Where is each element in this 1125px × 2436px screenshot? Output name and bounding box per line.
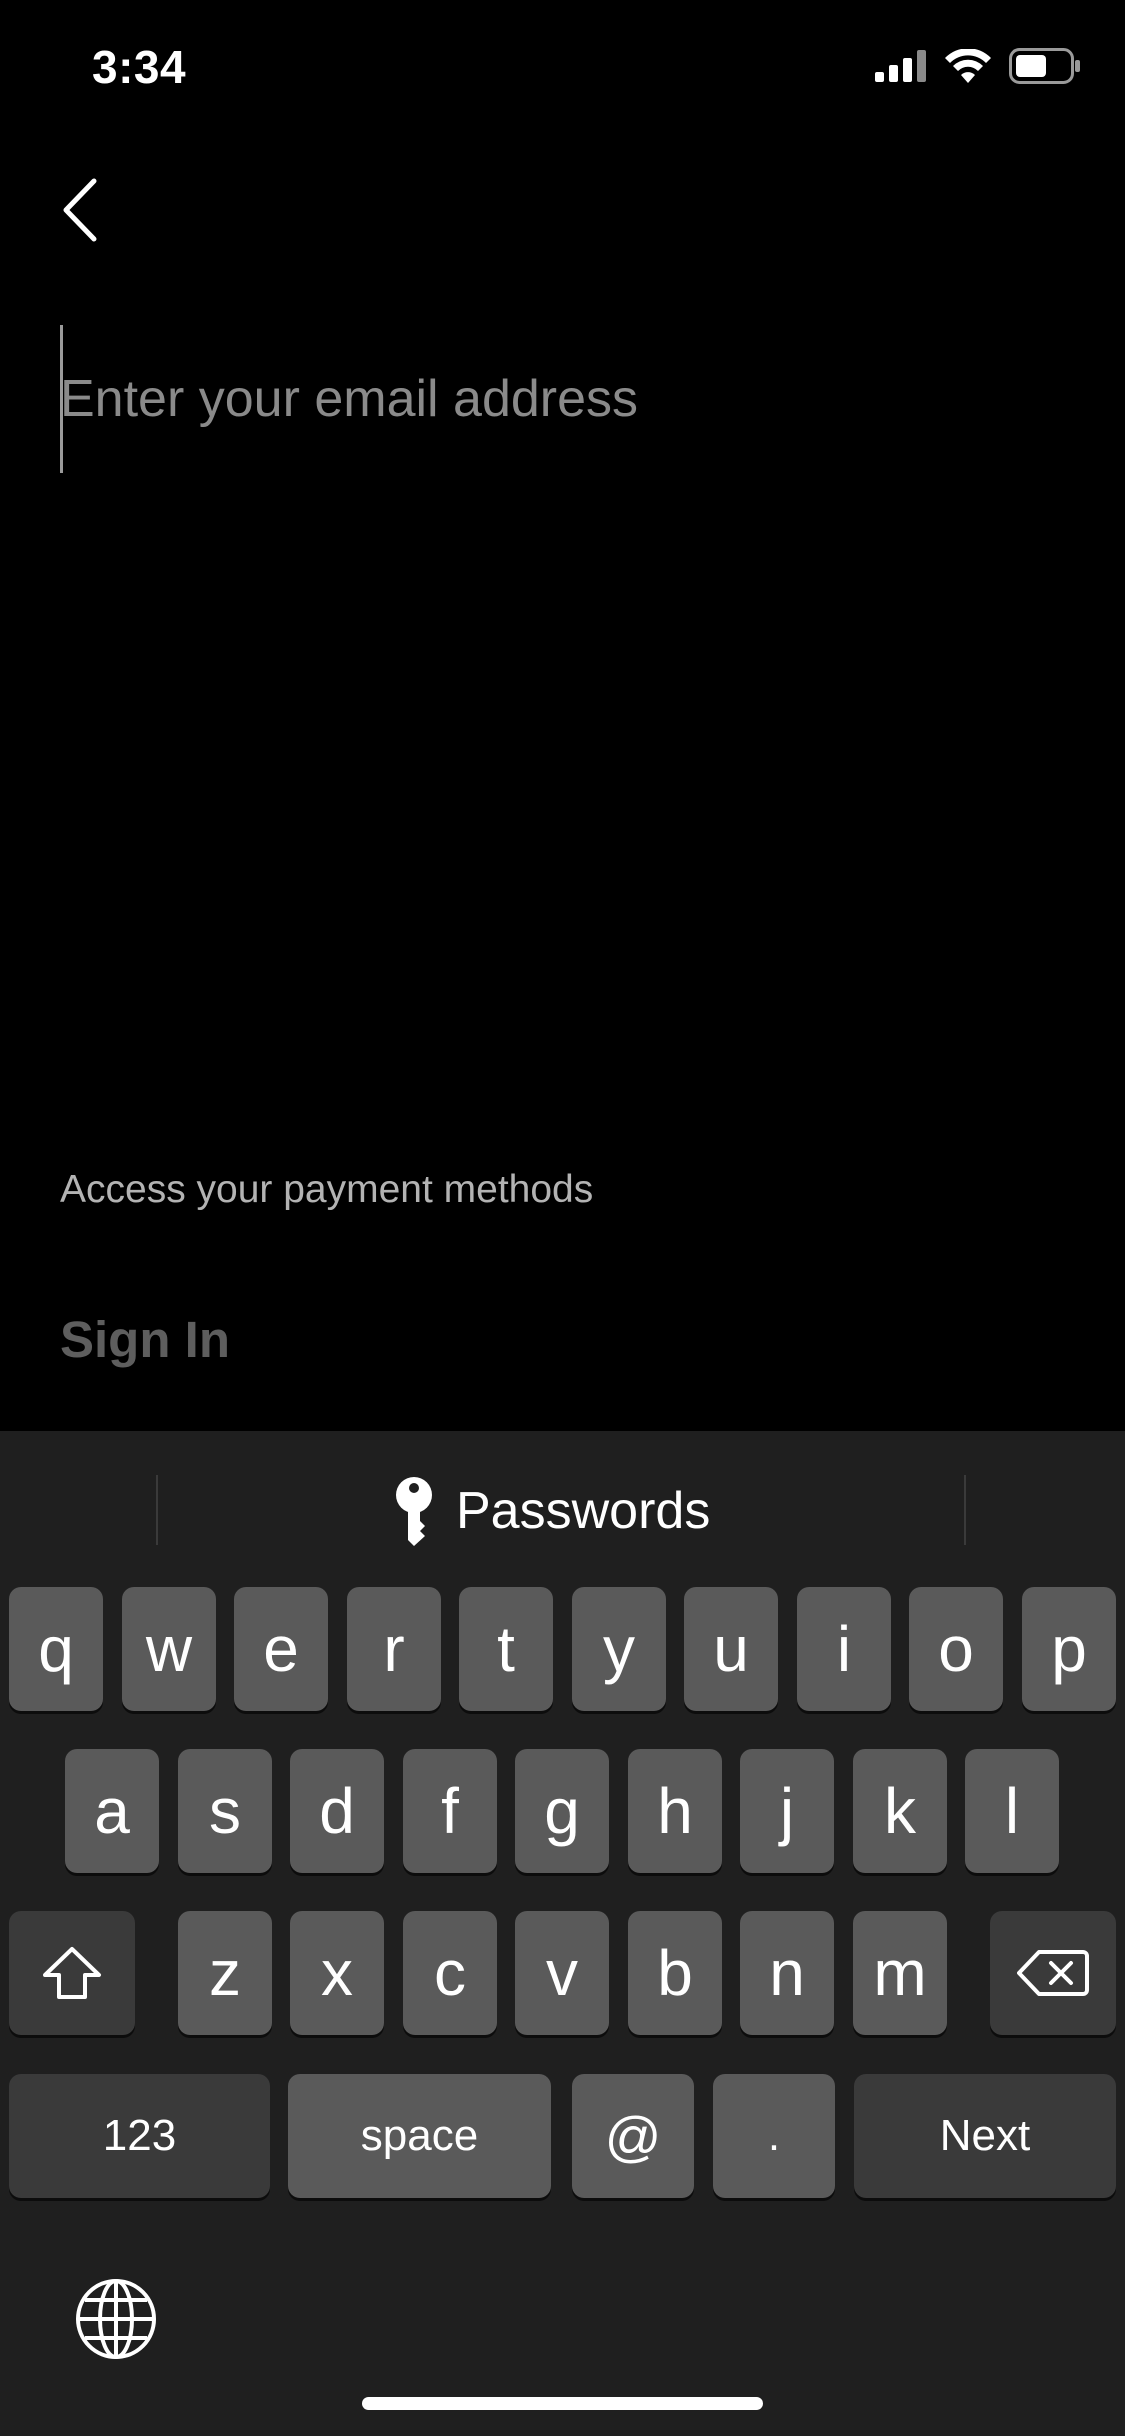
key-a[interactable]: a — [65, 1749, 159, 1873]
key-b[interactable]: b — [628, 1911, 722, 2035]
helper-text: Access your payment methods — [60, 1168, 594, 1211]
status-time: 3:34 — [92, 41, 187, 93]
period-key[interactable]: . — [713, 2074, 835, 2198]
key-q[interactable]: q — [9, 1587, 103, 1711]
chevron-left-icon — [63, 178, 97, 242]
battery-icon — [1009, 48, 1080, 84]
key-t[interactable]: t — [459, 1587, 553, 1711]
key-o[interactable]: o — [909, 1587, 1003, 1711]
key-i[interactable]: i — [797, 1587, 891, 1711]
key-f[interactable]: f — [403, 1749, 497, 1873]
keyboard-suggestion-bar: Passwords — [0, 1431, 1125, 1586]
key-x[interactable]: x — [290, 1911, 384, 2035]
text-caret — [60, 325, 63, 473]
key-e[interactable]: e — [234, 1587, 328, 1711]
key-w[interactable]: w — [122, 1587, 216, 1711]
delete-key[interactable] — [990, 1911, 1116, 2035]
cellular-signal-icon — [875, 50, 926, 82]
numbers-key[interactable]: 123 — [9, 2074, 270, 2198]
at-key[interactable]: @ — [572, 2074, 694, 2198]
key-z[interactable]: z — [178, 1911, 272, 2035]
suggestion-divider — [156, 1475, 158, 1545]
key-y[interactable]: y — [572, 1587, 666, 1711]
shift-key[interactable] — [9, 1911, 135, 2035]
key-g[interactable]: g — [515, 1749, 609, 1873]
key-l[interactable]: l — [965, 1749, 1059, 1873]
keyboard: Passwords q w e r t y u i o p a s d f g … — [0, 1431, 1125, 2436]
key-n[interactable]: n — [740, 1911, 834, 2035]
suggestion-divider — [964, 1475, 966, 1545]
key-h[interactable]: h — [628, 1749, 722, 1873]
passwords-label: Passwords — [456, 1482, 711, 1540]
status-bar: 3:34 — [0, 0, 1125, 140]
home-indicator[interactable] — [362, 2397, 763, 2410]
key-u[interactable]: u — [684, 1587, 778, 1711]
login-email-screen: 3:34 Enter your email address Access you… — [0, 0, 1125, 2436]
backspace-icon — [1017, 1950, 1089, 1996]
wifi-icon — [945, 49, 991, 83]
globe-icon[interactable] — [74, 2277, 158, 2361]
shift-icon — [43, 1947, 101, 1999]
sign-in-button[interactable]: Sign In — [60, 1310, 230, 1369]
key-v[interactable]: v — [515, 1911, 609, 2035]
key-s[interactable]: s — [178, 1749, 272, 1873]
email-input[interactable] — [60, 325, 1060, 473]
space-key[interactable]: space — [288, 2074, 551, 2198]
email-field-container — [60, 325, 1060, 473]
key-r[interactable]: r — [347, 1587, 441, 1711]
key-k[interactable]: k — [853, 1749, 947, 1873]
key-m[interactable]: m — [853, 1911, 947, 2035]
status-icons — [875, 48, 1081, 84]
key-d[interactable]: d — [290, 1749, 384, 1873]
back-button[interactable] — [50, 170, 110, 250]
key-j[interactable]: j — [740, 1749, 834, 1873]
next-key[interactable]: Next — [854, 2074, 1116, 2198]
key-c[interactable]: c — [403, 1911, 497, 2035]
passwords-autofill-button[interactable]: Passwords — [392, 1471, 710, 1551]
key-icon — [396, 1477, 432, 1546]
key-p[interactable]: p — [1022, 1587, 1116, 1711]
